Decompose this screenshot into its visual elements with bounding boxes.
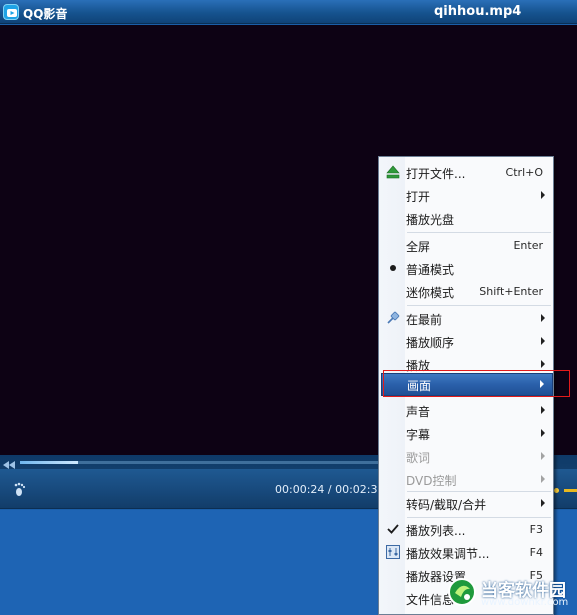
submenu-arrow-icon <box>541 337 545 345</box>
submenu-arrow-icon <box>541 314 545 322</box>
menu-item-shortcut: F4 <box>529 546 543 559</box>
menu-item-label: 播放顺序 <box>406 336 455 350</box>
site-watermark: 当客软件园 www.downkr.com <box>447 573 577 615</box>
menu-item-label: 迷你模式 <box>406 286 455 300</box>
submenu-arrow-icon <box>541 429 545 437</box>
menu-item-label: 打开 <box>406 190 431 204</box>
menu-item-label: 全屏 <box>406 240 431 254</box>
menu-item-effects[interactable]: 播放效果调节... F4 <box>381 541 553 564</box>
qq-player-logo-icon <box>3 4 19 20</box>
menu-item-always-on-top[interactable]: 在最前 <box>381 307 553 330</box>
menu-item-shortcut: Shift+Enter <box>479 285 543 298</box>
menu-separator <box>407 305 551 306</box>
submenu-arrow-icon <box>541 360 545 368</box>
radio-dot-icon <box>385 260 401 276</box>
menu-item-open[interactable]: 打开 <box>381 184 553 207</box>
menu-item-normal-mode[interactable]: 普通模式 <box>381 257 553 280</box>
menu-item-label: DVD控制 <box>406 474 457 488</box>
eject-icon <box>385 164 401 180</box>
menu-item-play-order[interactable]: 播放顺序 <box>381 330 553 353</box>
menu-item-transcode[interactable]: 转码/截取/合并 <box>381 492 553 515</box>
menu-item-open-file[interactable]: 打开文件... Ctrl+O <box>381 161 553 184</box>
submenu-arrow-icon <box>541 191 545 199</box>
volume-knob[interactable] <box>554 488 559 493</box>
menu-item-label: 声音 <box>406 405 431 419</box>
menu-item-fullscreen[interactable]: 全屏 Enter <box>381 234 553 257</box>
watermark-url: www.downkr.com <box>481 597 569 608</box>
submenu-arrow-icon <box>541 475 545 483</box>
seek-slider[interactable] <box>20 461 380 464</box>
menu-item-sound[interactable]: 声音 <box>381 399 553 422</box>
menu-item-label: 打开文件... <box>406 167 466 181</box>
submenu-arrow-icon <box>541 499 545 507</box>
menu-item-shortcut: Enter <box>513 239 543 252</box>
menu-item-label: 播放效果调节... <box>406 547 490 561</box>
menu-item-dvd-control: DVD控制 <box>381 468 553 491</box>
watermark-logo-icon <box>447 575 479 612</box>
menu-item-label: 转码/截取/合并 <box>406 498 487 512</box>
submenu-arrow-icon <box>541 452 545 460</box>
menu-item-lyrics: 歌词 <box>381 445 553 468</box>
annotation-highlight-box <box>383 370 570 397</box>
menu-item-mini-mode[interactable]: 迷你模式 Shift+Enter <box>381 280 553 303</box>
footprint-icon[interactable] <box>13 481 29 500</box>
menu-item-label: 播放列表... <box>406 524 466 538</box>
title-bar: QQ影音 qihhou.mp4 <box>0 0 577 24</box>
submenu-arrow-icon <box>541 406 545 414</box>
menu-item-shortcut: F3 <box>529 523 543 536</box>
menu-item-label: 字幕 <box>406 428 431 442</box>
menu-item-shortcut: Ctrl+O <box>505 166 543 179</box>
menu-item-play-disc[interactable]: 播放光盘 <box>381 207 553 230</box>
time-display: 00:00:24 / 00:02:30 <box>275 483 385 496</box>
pin-icon <box>385 310 401 326</box>
menu-item-label: 普通模式 <box>406 263 455 277</box>
menu-item-label: 播放光盘 <box>406 213 455 227</box>
menu-separator <box>407 232 551 233</box>
file-title: qihhou.mp4 <box>434 4 522 19</box>
equalizer-icon <box>385 544 401 560</box>
menu-item-label: 歌词 <box>406 451 431 465</box>
seek-progress-fill <box>20 461 78 464</box>
menu-item-playlist[interactable]: 播放列表... F3 <box>381 518 553 541</box>
app-title: QQ影音 <box>23 7 68 21</box>
checkmark-icon <box>385 521 401 537</box>
volume-slider[interactable] <box>564 489 577 492</box>
menu-item-label: 在最前 <box>406 313 443 327</box>
menu-item-subtitles[interactable]: 字幕 <box>381 422 553 445</box>
